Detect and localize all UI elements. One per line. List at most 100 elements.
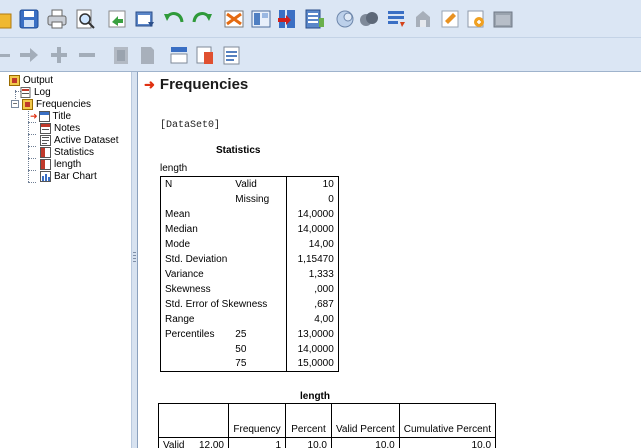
stat-sublabel: 25 [235,328,247,340]
save-icon[interactable] [16,6,42,32]
table-row: Range 4,00 [160,311,339,327]
tree-connector [28,134,36,135]
stat-value: 14,0000 [285,206,339,222]
tree-label-title: Title [52,110,72,122]
stat-value: 1,15470 [285,251,339,267]
expand-icon[interactable] [46,42,72,68]
undo-icon[interactable] [161,6,187,32]
split-file-icon[interactable] [274,6,300,32]
notes-icon [40,122,51,134]
recall-dialog-icon[interactable] [132,6,158,32]
stat-sublabel: 75 [231,356,287,372]
tree-item-bar-chart[interactable]: Bar Chart [40,170,97,182]
stat-value: 15,0000 [285,356,339,372]
dataset-label: [DataSet0] [160,120,221,131]
stat-sublabel [231,237,286,252]
bar-chart-icon [40,170,51,182]
weight-cases-icon[interactable] [301,6,327,32]
table-row: Median 14,0000 [160,221,339,237]
table-row: Skewness ,000 [160,281,339,297]
goto-variable-icon[interactable] [248,6,274,32]
insert-text-icon[interactable] [218,42,244,68]
cell-frequency: 1 [228,437,286,448]
statistics-title: Statistics [216,145,261,156]
open-folder-icon[interactable] [0,6,14,32]
print-preview-icon[interactable] [72,6,98,32]
cell-valid-percent: 10,0 [331,437,400,448]
select-cases-icon[interactable] [332,6,358,32]
collapse-icon[interactable] [74,42,100,68]
stat-sublabel: Valid [231,176,287,192]
tree-item-output[interactable]: Output [9,74,53,86]
row-value-label: 12,00 [194,437,229,448]
stat-sublabel: Missing [235,193,270,205]
designate-window-icon[interactable] [490,6,516,32]
outline-toolbar [0,38,641,72]
stat-sublabel [231,312,286,327]
stat-value: ,687 [285,296,339,312]
scripts-icon[interactable] [463,6,489,32]
table-row: 50 14,0000 [160,341,339,357]
tree-item-notes[interactable]: Notes [40,122,80,134]
stat-value: 1,333 [285,266,339,282]
log-icon [20,86,31,98]
header-cumulative-percent: Cumulative Percent [398,403,497,438]
tree-label-bar-chart: Bar Chart [54,170,97,182]
print-icon[interactable] [44,6,70,32]
outline-tree: Output Log − Frequencies ➜ Title Notes A… [0,72,131,192]
stat-label: Skewness [160,281,232,297]
export-icon[interactable] [104,6,130,32]
tree-connector [28,182,36,183]
tree-connector [28,146,36,147]
tree-label-statistics: Statistics [54,146,95,158]
cell-percent: 10,0 [285,437,332,448]
insert-title-icon[interactable] [192,42,218,68]
table-row: Valid 12,00 1 10,0 10,0 10,0 [158,437,497,448]
use-sets-icon[interactable] [383,6,409,32]
frequency-table-header: Frequency Percent Valid Percent Cumulati… [158,403,497,438]
tree-item-active-dataset[interactable]: Active Dataset [40,134,118,146]
output-pane: ➜ Frequencies [DataSet0] Statistics leng… [138,72,641,448]
row-group-label: Valid [158,437,195,448]
demote-icon[interactable] [16,42,42,68]
hide-icon[interactable] [134,42,160,68]
tree-item-length[interactable]: length [40,158,81,170]
stat-label [160,341,232,357]
spell-check-icon[interactable] [437,6,463,32]
show-icon[interactable] [108,42,134,68]
tree-label-output: Output [23,74,54,86]
tree-item-log[interactable]: Log [20,86,51,98]
frequency-table: Frequency Percent Valid Percent Cumulati… [158,403,497,448]
tree-item-statistics[interactable]: Statistics [40,146,94,158]
table-row: Std. Deviation 1,15470 [160,251,339,267]
pane-splitter[interactable] [131,72,138,448]
table-row: Mean 14,0000 [160,206,339,222]
splitter-grip[interactable] [133,252,136,264]
table-icon [40,158,51,170]
collapse-toggle-icon[interactable]: − [11,100,19,108]
header-blank-1 [158,403,195,438]
stat-value: ,000 [285,281,339,297]
table-icon [40,146,51,158]
table-row: N Valid 10 [160,176,339,192]
tree-item-title[interactable]: ➜ Title [30,110,71,122]
promote-icon[interactable] [0,42,16,68]
tree-label-log: Log [34,86,51,98]
value-labels-icon[interactable] [356,6,382,32]
tree-label-length: length [54,158,82,170]
stat-label: Mode [160,236,232,252]
stat-label [160,356,232,372]
tree-label-active-dataset: Active Dataset [54,134,119,146]
stat-sublabel [231,267,286,282]
stat-value: 14,0000 [285,221,339,237]
redo-icon[interactable] [189,6,215,32]
outline-pane: Output Log − Frequencies ➜ Title Notes A… [0,72,131,448]
stat-value: 13,0000 [285,326,339,342]
tree-label-frequencies: Frequencies [36,98,92,110]
tree-item-frequencies[interactable]: − Frequencies [11,98,91,110]
output-book-icon [9,74,20,86]
show-all-variables-icon[interactable] [410,6,436,32]
insert-heading-icon[interactable] [166,42,192,68]
stat-sublabel: 50 [235,343,247,355]
goto-case-icon[interactable] [221,6,247,32]
